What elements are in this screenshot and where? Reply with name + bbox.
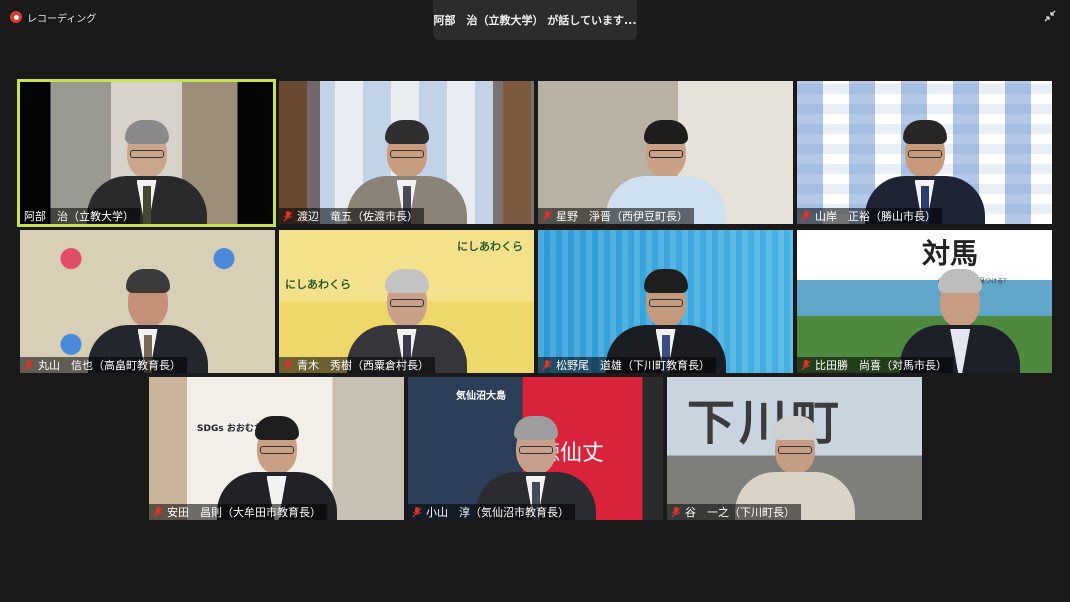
muted-mic-icon: [412, 506, 422, 517]
muted-mic-icon: [801, 359, 811, 370]
background-text: にしあわくら: [285, 278, 351, 291]
video-tile[interactable]: 松野尾 道雄（下川町教育長）: [538, 230, 793, 373]
participant-name-label: 比田勝 尚喜（対馬市長）: [797, 357, 953, 373]
participant-name-label: 小山 淳（気仙沼市教育長）: [408, 504, 575, 520]
participant-name-label: 阿部 治（立教大学）: [20, 208, 140, 224]
muted-mic-icon: [283, 210, 293, 221]
video-tile[interactable]: 山岸 正裕（勝山市長）: [797, 81, 1052, 224]
recording-label: レコーディング: [27, 13, 97, 25]
active-speaker-text: 阿部 治（立教大学） が話しています...: [433, 14, 637, 27]
video-tile[interactable]: 渡辺 竜五（佐渡市長）: [279, 81, 534, 224]
video-tile[interactable]: SDGs おおむたマップ 安田 昌則（大牟田市教育長）: [149, 377, 404, 520]
participant-name-label: 青木 秀樹（西粟倉村長）: [279, 357, 435, 373]
muted-mic-icon: [283, 359, 293, 370]
participant-name-label: 安田 昌則（大牟田市教育長）: [149, 504, 327, 520]
background-text: 気仙沼大島: [456, 391, 506, 402]
muted-mic-icon: [153, 506, 163, 517]
participant-name-label: 渡辺 竜五（佐渡市長）: [279, 208, 424, 224]
participant-name-label: 松野尾 道雄（下川町教育長）: [538, 357, 716, 373]
exit-fullscreen-button[interactable]: [1040, 8, 1060, 24]
background-text: にしあわくら: [457, 240, 523, 253]
active-speaker-banner: 阿部 治（立教大学） が話しています...: [433, 0, 637, 40]
participant-name-label: 谷 一之（下川町長）: [667, 504, 801, 520]
record-icon: [10, 11, 22, 23]
participant-name-label: 丸山 信也（高畠町教育長）: [20, 357, 187, 373]
video-tile[interactable]: 気仙沼大島 徳仙丈 小山 淳（気仙沼市教育長）: [408, 377, 663, 520]
muted-mic-icon: [24, 359, 34, 370]
video-tile[interactable]: にしあわくら にしあわくら 青木 秀樹（西粟倉村長）: [279, 230, 534, 373]
video-tile[interactable]: 星野 淨晋（西伊豆町長）: [538, 81, 793, 224]
video-tile[interactable]: 阿部 治（立教大学）: [17, 79, 276, 227]
muted-mic-icon: [542, 359, 552, 370]
participant-name-label: 星野 淨晋（西伊豆町長）: [538, 208, 694, 224]
recording-indicator[interactable]: レコーディング: [10, 10, 97, 25]
participant-name-label: 山岸 正裕（勝山市長）: [797, 208, 942, 224]
muted-mic-icon: [542, 210, 552, 221]
video-tile[interactable]: 丸山 信也（高畠町教育長）: [20, 230, 275, 373]
muted-mic-icon: [671, 506, 681, 517]
muted-mic-icon: [801, 210, 811, 221]
video-tile[interactable]: 下川町 谷 一之（下川町長）: [667, 377, 922, 520]
minimize-arrows-icon: [1044, 10, 1056, 22]
video-tile[interactable]: 対馬 どんな生き方を見つける？ 比田勝 尚喜（対馬市長）: [797, 230, 1052, 373]
